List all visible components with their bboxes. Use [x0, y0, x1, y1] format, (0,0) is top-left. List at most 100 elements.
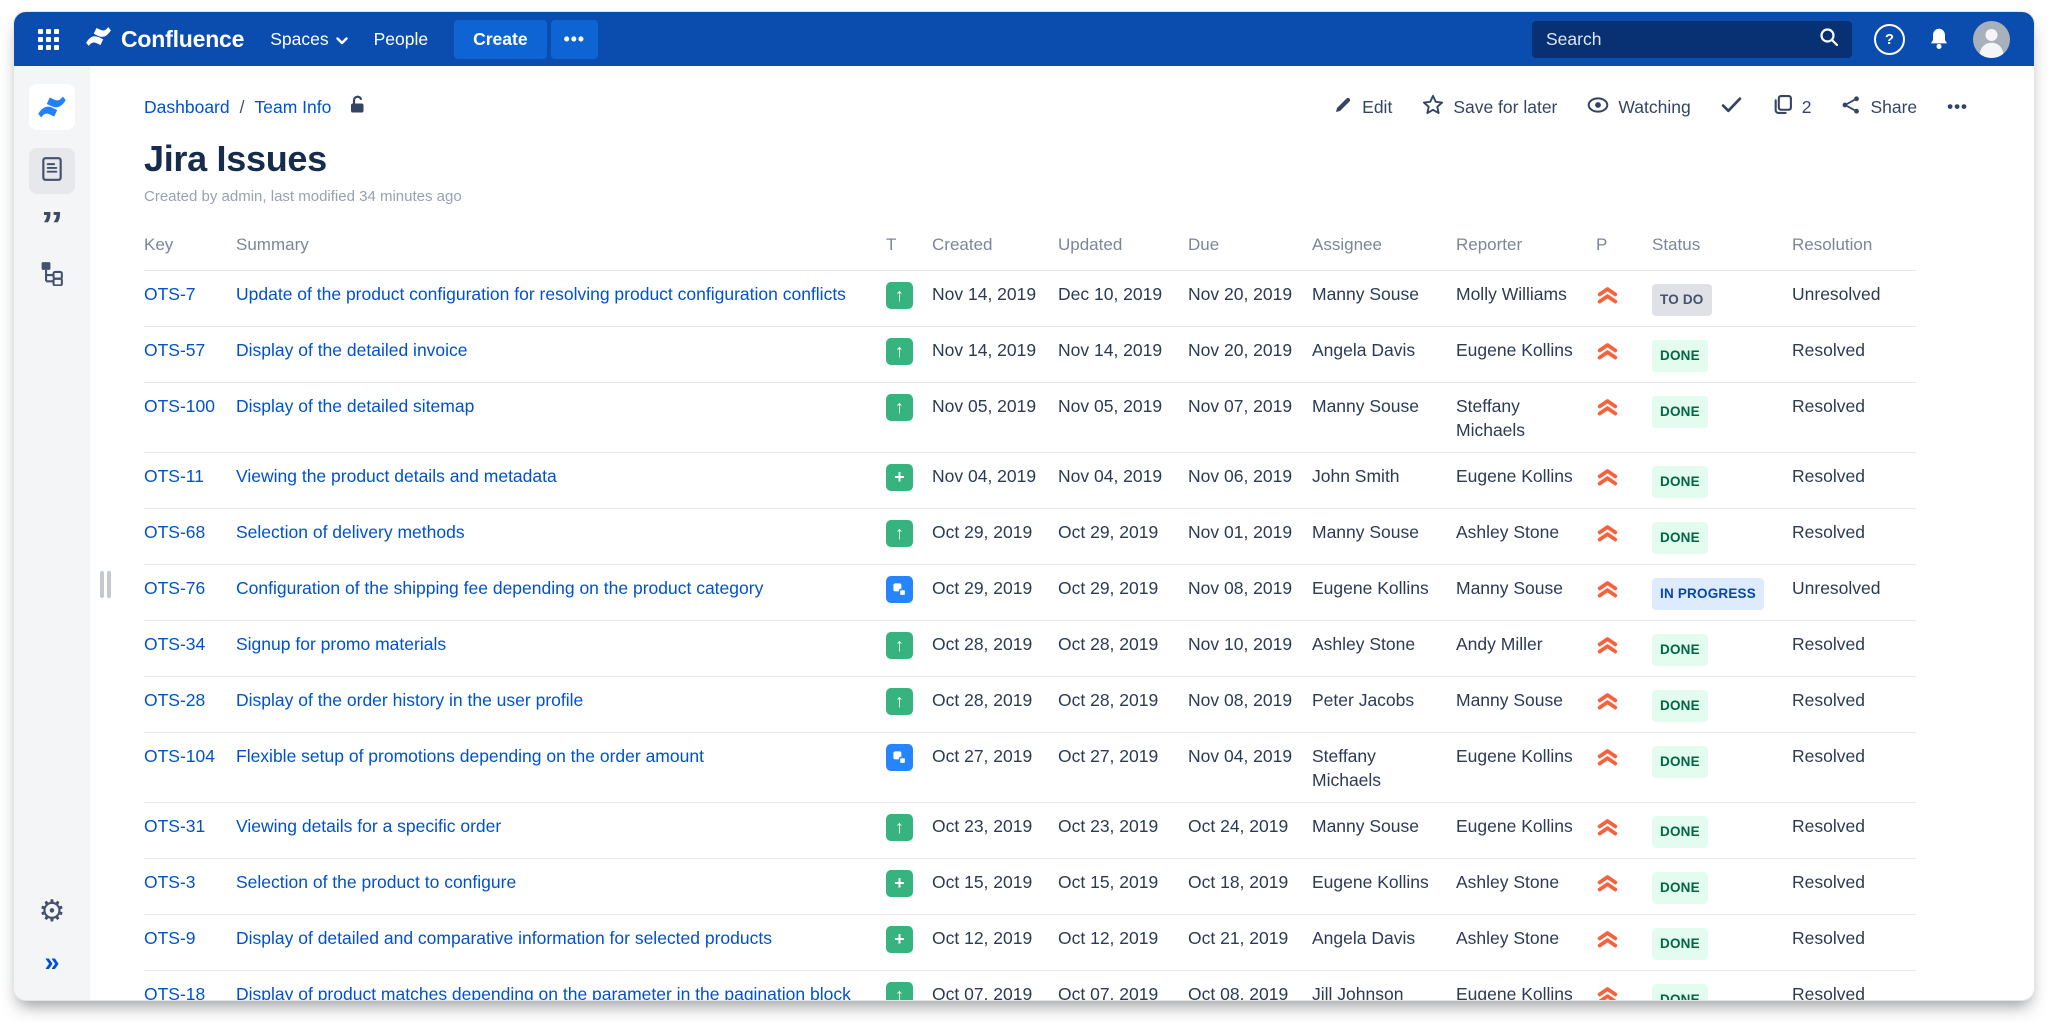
due-cell: Oct 24, 2019 [1188, 802, 1312, 859]
created-cell: Oct 07, 2019 [932, 970, 1058, 1000]
issue-type-new-feature-icon: + [886, 869, 913, 897]
due-cell: Nov 07, 2019 [1188, 382, 1312, 453]
main-content: Dashboard / Team Info Edit Save for late… [90, 66, 2034, 1000]
sidebar-item-pages[interactable] [29, 148, 75, 194]
expand-sidebar-icon[interactable]: » [44, 949, 59, 976]
issue-summary-link[interactable]: Viewing the product details and metadata [236, 466, 557, 486]
column-header-t: T [886, 235, 897, 254]
settings-gear-icon[interactable]: ⚙ [39, 897, 66, 927]
reporter-cell: Manny Souse [1456, 564, 1596, 621]
resolution-cell: Resolved [1792, 382, 1916, 453]
column-header-reporter: Reporter [1456, 235, 1523, 254]
issue-summary-link[interactable]: Selection of the product to configure [236, 872, 516, 892]
priority-high-icon [1596, 397, 1636, 417]
help-icon[interactable]: ? [1874, 23, 1905, 55]
priority-high-icon [1596, 523, 1636, 543]
status-badge: DONE [1652, 871, 1708, 904]
issue-summary-link[interactable]: Flexible setup of promotions depending o… [236, 746, 704, 766]
assignee-cell: Manny Souse [1312, 382, 1456, 453]
issue-key-link[interactable]: OTS-76 [144, 578, 205, 598]
created-cell: Nov 05, 2019 [932, 382, 1058, 453]
column-header-status: Status [1652, 235, 1701, 254]
app-switcher-icon[interactable] [38, 28, 59, 50]
issue-summary-link[interactable]: Viewing details for a specific order [236, 816, 501, 836]
issue-summary-link[interactable]: Signup for promo materials [236, 634, 446, 654]
updated-cell: Oct 28, 2019 [1058, 676, 1188, 733]
sidebar-resize-grip[interactable] [100, 571, 111, 598]
copy-pages-icon [1772, 94, 1793, 120]
due-cell: Nov 04, 2019 [1188, 732, 1312, 803]
nav-spaces[interactable]: Spaces [270, 29, 348, 50]
issue-key-link[interactable]: OTS-68 [144, 522, 205, 542]
issue-summary-link[interactable]: Display of detailed and comparative info… [236, 928, 772, 948]
page-tree-icon[interactable] [39, 260, 66, 291]
nav-people[interactable]: People [374, 29, 429, 50]
reporter-cell: Steffany Michaels [1456, 382, 1596, 453]
resolution-cell: Resolved [1792, 676, 1916, 733]
issue-key-link[interactable]: OTS-11 [144, 466, 204, 486]
issue-key-link[interactable]: OTS-7 [144, 284, 196, 304]
issue-key-link[interactable]: OTS-31 [144, 816, 205, 836]
more-actions-button[interactable]: ••• [1947, 97, 1968, 117]
quote-icon[interactable]: ” [41, 212, 64, 242]
issue-key-link[interactable]: OTS-3 [144, 872, 196, 892]
column-header-resolution: Resolution [1792, 235, 1873, 254]
create-button[interactable]: Create [454, 19, 547, 59]
issue-type-subtask-icon [886, 575, 913, 603]
due-cell: Nov 06, 2019 [1188, 452, 1312, 509]
unlocked-icon[interactable] [347, 94, 368, 120]
star-icon [1422, 94, 1444, 120]
due-cell: Nov 20, 2019 [1188, 326, 1312, 383]
breadcrumb-team-info-link[interactable]: Team Info [255, 97, 332, 118]
inline-comments-button[interactable] [1721, 96, 1742, 118]
issue-key-link[interactable]: OTS-34 [144, 634, 205, 654]
issue-summary-link[interactable]: Display of product matches depending on … [236, 984, 851, 1001]
status-badge: TO DO [1652, 283, 1712, 316]
issue-type-new-feature-icon: + [886, 925, 913, 953]
table-row: OTS-7 Update of the product configuration… [144, 270, 1916, 327]
issue-key-link[interactable]: OTS-104 [144, 746, 215, 766]
reporter-cell: Eugene Kollins [1456, 452, 1596, 509]
status-badge: DONE [1652, 983, 1708, 1000]
search-icon[interactable] [1818, 26, 1840, 53]
page-actions: Edit Save for later Watching 2 Share ••• [1333, 94, 1968, 120]
edit-button[interactable]: Edit [1333, 95, 1392, 120]
page-icon [40, 156, 64, 187]
issue-key-link[interactable]: OTS-57 [144, 340, 205, 360]
confluence-logo[interactable]: Confluence [85, 24, 244, 54]
issue-summary-link[interactable]: Display of the detailed invoice [236, 340, 468, 360]
search-input[interactable] [1544, 27, 1818, 51]
reporter-cell: Ashley Stone [1456, 508, 1596, 565]
status-badge: DONE [1652, 465, 1708, 498]
issue-summary-link[interactable]: Update of the product configuration for … [236, 284, 846, 304]
issue-summary-link[interactable]: Display of the detailed sitemap [236, 396, 474, 416]
issue-type-improvement-icon: ↑ [886, 337, 913, 365]
assignee-cell: Eugene Kollins [1312, 564, 1456, 621]
issue-key-link[interactable]: OTS-100 [144, 396, 215, 416]
issue-key-link[interactable]: OTS-9 [144, 928, 196, 948]
confluence-space-logo[interactable] [29, 84, 75, 130]
save-for-later-button[interactable]: Save for later [1422, 94, 1557, 120]
search-box[interactable] [1532, 20, 1852, 58]
updated-cell: Oct 07, 2019 [1058, 970, 1188, 1000]
breadcrumb-dashboard-link[interactable]: Dashboard [144, 97, 230, 118]
watching-button[interactable]: Watching [1587, 97, 1691, 118]
issue-summary-link[interactable]: Display of the order history in the user… [236, 690, 583, 710]
issue-summary-link[interactable]: Configuration of the shipping fee depend… [236, 578, 763, 598]
issue-summary-link[interactable]: Selection of delivery methods [236, 522, 465, 542]
reporter-cell: Andy Miller [1456, 620, 1596, 677]
table-row: OTS-76 Configuration of the shipping fee … [144, 564, 1916, 621]
created-cell: Nov 14, 2019 [932, 270, 1058, 327]
issue-key-link[interactable]: OTS-28 [144, 690, 205, 710]
issue-key-link[interactable]: OTS-18 [144, 984, 205, 1001]
share-button[interactable]: Share [1841, 95, 1917, 120]
notifications-bell-icon[interactable] [1927, 27, 1951, 51]
user-avatar[interactable] [1973, 20, 2010, 58]
priority-high-icon [1596, 579, 1636, 599]
check-icon [1721, 96, 1742, 118]
copy-pages-button[interactable]: 2 [1772, 94, 1811, 120]
priority-high-icon [1596, 467, 1636, 487]
page-title: Jira Issues [144, 138, 327, 179]
assignee-cell: Steffany Michaels [1312, 732, 1456, 803]
nav-more-button[interactable]: ••• [550, 19, 598, 59]
